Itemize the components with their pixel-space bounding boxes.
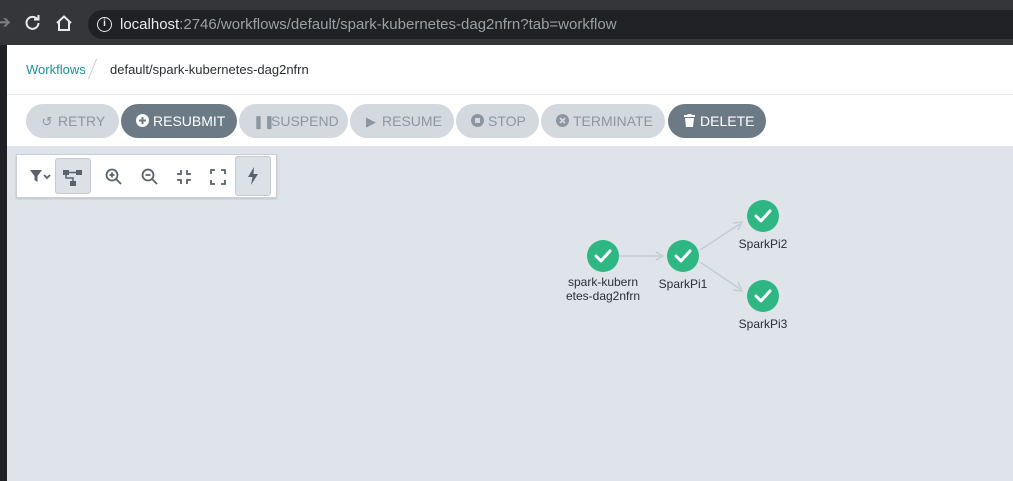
delete-label: DELETE [700, 113, 755, 129]
url-path: :2746/workflows/default/spark-kubernetes… [179, 16, 617, 33]
node-sparkpi2[interactable] [747, 200, 779, 232]
stop-label: STOP [488, 113, 526, 129]
compress-button[interactable] [166, 158, 202, 194]
node-root[interactable] [587, 240, 619, 272]
zoom-in-button[interactable] [95, 158, 131, 194]
home-icon[interactable] [55, 14, 73, 32]
layout-toggle-button[interactable] [55, 158, 91, 194]
zoom-out-button[interactable] [131, 158, 167, 194]
resubmit-button[interactable]: RESUBMIT [121, 104, 237, 138]
url-text[interactable]: localhost:2746/workflows/default/spark-k… [120, 16, 617, 33]
workflow-graph-canvas[interactable]: spark-kubern etes-dag2nfrn SparkPi1 Spar… [7, 146, 1013, 481]
trash-icon [682, 105, 696, 139]
retry-label: RETRY [58, 113, 106, 129]
compress-icon [177, 169, 191, 184]
info-icon[interactable]: i [97, 17, 112, 32]
retry-button[interactable]: ↺ RETRY [26, 104, 119, 138]
breadcrumb: Workflows default/spark-kubernetes-dag2n… [7, 45, 1013, 95]
graph-toolbar [16, 154, 277, 198]
stop-button[interactable]: STOP [456, 104, 539, 138]
browser-toolbar: ➔ i localhost:2746/workflows/default/spa… [0, 0, 1013, 45]
edge-root-sparkpi1 [619, 251, 665, 261]
filter-icon [30, 169, 51, 182]
reload-icon[interactable] [24, 14, 41, 31]
resubmit-label: RESUBMIT [153, 113, 226, 129]
node-label-sparkpi1: SparkPi1 [658, 277, 708, 291]
resume-button[interactable]: ▶ RESUME [350, 104, 454, 138]
zoom-out-icon [141, 168, 158, 185]
terminate-button[interactable]: TERMINATE [541, 104, 665, 138]
node-label-root: spark-kubern etes-dag2nfrn [563, 275, 643, 303]
expand-icon [210, 168, 226, 185]
pause-icon: ❚❚ [253, 114, 275, 129]
workflow-page: Workflows default/spark-kubernetes-dag2n… [7, 45, 1013, 481]
zoom-in-icon [105, 168, 122, 185]
node-label-sparkpi3: SparkPi3 [738, 317, 788, 331]
terminate-label: TERMINATE [573, 113, 653, 129]
url-host: localhost [120, 16, 180, 33]
expand-button[interactable] [200, 158, 236, 194]
node-label-root-line2: etes-dag2nfrn [565, 289, 641, 303]
address-bar[interactable]: i localhost:2746/workflows/default/spark… [88, 10, 1013, 39]
node-label-root-line1: spark-kubern [567, 275, 639, 289]
node-label-sparkpi2: SparkPi2 [738, 237, 788, 251]
breadcrumb-workflows-link[interactable]: Workflows [26, 62, 86, 77]
sitemap-icon [63, 169, 82, 186]
breadcrumb-current: default/spark-kubernetes-dag2nfrn [110, 62, 309, 77]
play-icon: ▶ [366, 114, 376, 129]
fast-render-toggle-button[interactable] [235, 156, 271, 196]
node-sparkpi3[interactable] [747, 280, 779, 312]
plus-circle-icon [135, 105, 149, 139]
bolt-icon [248, 166, 258, 185]
delete-button[interactable]: DELETE [668, 104, 766, 138]
breadcrumb-separator [87, 58, 98, 80]
times-circle-icon [555, 105, 569, 139]
stop-circle-icon [470, 105, 484, 139]
node-sparkpi1[interactable] [667, 240, 699, 272]
suspend-button[interactable]: ❚❚SUSPEND [239, 104, 348, 138]
resume-label: RESUME [382, 113, 442, 129]
undo-icon: ↺ [41, 114, 53, 129]
action-toolbar: ↺ RETRY RESUBMIT ❚❚SUSPEND ▶ RESUME STOP T… [7, 96, 1013, 146]
forward-arrow-icon[interactable]: ➔ [0, 13, 11, 31]
suspend-label: SUSPEND [271, 113, 339, 129]
